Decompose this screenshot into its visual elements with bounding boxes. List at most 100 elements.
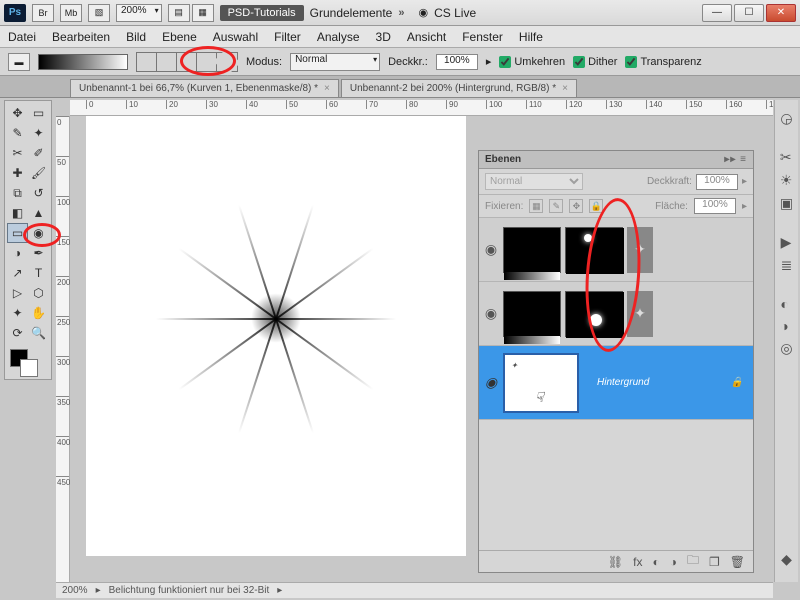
gradient-linear-button[interactable] xyxy=(137,53,157,71)
modus-select[interactable]: Normal xyxy=(290,53,380,71)
wand-tool[interactable]: ✦ xyxy=(28,123,49,143)
3d-tool[interactable]: ✦ xyxy=(7,303,28,323)
transparenz-checkbox[interactable]: Transparenz xyxy=(625,56,701,68)
ruler-horizontal[interactable]: 0102030405060708090100110120130140150160… xyxy=(70,100,773,116)
status-zoom[interactable]: 200% xyxy=(62,585,88,596)
bridge-button[interactable]: Br xyxy=(32,4,54,22)
arrange-button[interactable]: ▤ xyxy=(168,4,190,22)
extras-button[interactable]: ▦ xyxy=(192,4,214,22)
lock-trans-icon[interactable]: ▦ xyxy=(529,199,543,213)
move-tool[interactable]: ✥ xyxy=(7,103,28,123)
ruler-vertical[interactable]: 050100150200250300350400450 xyxy=(56,116,70,582)
gradient-preview[interactable] xyxy=(38,54,128,70)
stamp-tool[interactable]: ⧉ xyxy=(7,183,28,203)
document-tab-2[interactable]: Unbenannt-2 bei 200% (Hintergrund, RGB/8… xyxy=(341,79,577,97)
layer-mask-button[interactable]: ◐ xyxy=(652,555,659,569)
layers-panel-icon[interactable]: ◆ xyxy=(781,551,792,568)
flaeche-input[interactable]: 100% xyxy=(694,198,736,214)
type-tool[interactable]: T xyxy=(28,263,49,283)
window-maximize-button[interactable]: ☐ xyxy=(734,4,764,22)
eraser-tool[interactable]: ◧ xyxy=(7,203,28,223)
layer-fx-indicator[interactable]: ✦ xyxy=(627,291,653,337)
minibridge-button[interactable]: Mb xyxy=(60,4,82,22)
path-tool[interactable]: ↗ xyxy=(7,263,28,283)
adjustment-thumb[interactable] xyxy=(503,291,561,337)
layer-fx-button[interactable]: fx xyxy=(633,555,642,569)
menu-ebene[interactable]: Ebene xyxy=(162,30,197,44)
layer-fx-indicator[interactable]: ✦ xyxy=(627,227,653,273)
gradient-angle-button[interactable] xyxy=(177,53,197,71)
gradient-diamond-button[interactable] xyxy=(217,53,237,71)
workspace-more-icon[interactable]: » xyxy=(398,7,404,19)
screen-mode-button[interactable]: ▧ xyxy=(88,4,110,22)
canvas[interactable] xyxy=(86,116,466,556)
panel-menu-icon[interactable]: ▸▸ ≡ xyxy=(724,154,747,165)
marquee-tool[interactable]: ▭ xyxy=(28,103,49,123)
paintbucket-tool[interactable]: ▲ xyxy=(28,203,49,223)
select-tool[interactable]: ▷ xyxy=(7,283,28,303)
crop-tool[interactable]: ✂ xyxy=(7,143,28,163)
zoom-tool[interactable]: 🔍 xyxy=(28,323,49,343)
eyedropper-tool[interactable]: ✐ xyxy=(28,143,49,163)
rotate-tool[interactable]: ⟳ xyxy=(7,323,28,343)
cs-live-button[interactable]: CS Live xyxy=(434,6,476,20)
gradient-tool[interactable]: ▭ xyxy=(7,223,28,243)
brush-tool[interactable]: 🖌 xyxy=(28,163,49,183)
menu-bearbeiten[interactable]: Bearbeiten xyxy=(52,30,110,44)
layer-mask-thumb[interactable] xyxy=(565,291,623,337)
history-panel-icon[interactable]: ≣ xyxy=(781,257,793,274)
layer-name[interactable]: Hintergrund xyxy=(597,377,649,388)
menu-analyse[interactable]: Analyse xyxy=(317,30,360,44)
visibility-toggle[interactable]: ◉ xyxy=(483,374,499,391)
close-tab-icon[interactable]: × xyxy=(562,83,568,94)
background-swatch[interactable] xyxy=(20,359,38,377)
layer-row[interactable]: ◉ ✦ xyxy=(479,282,753,346)
hand-tool[interactable]: ✋ xyxy=(28,303,49,323)
tool-preset-button[interactable]: ▬ xyxy=(8,53,30,71)
nav-panel-icon[interactable]: ◎ xyxy=(780,340,792,357)
layer-mask-thumb[interactable] xyxy=(565,227,623,273)
visibility-toggle[interactable]: ◉ xyxy=(483,241,499,258)
heal-tool[interactable]: ✚ xyxy=(7,163,28,183)
close-tab-icon[interactable]: × xyxy=(324,83,330,94)
deckkr-input[interactable]: 100% xyxy=(436,54,478,70)
history-brush-tool[interactable]: ↺ xyxy=(28,183,49,203)
menu-3d[interactable]: 3D xyxy=(376,30,391,44)
layer-group-button[interactable]: 🗀 xyxy=(687,551,699,572)
menu-bild[interactable]: Bild xyxy=(126,30,146,44)
link-layers-button[interactable]: ⛓ xyxy=(608,555,623,569)
deckkraft-input[interactable]: 100% xyxy=(696,174,738,190)
adjustments-panel-icon[interactable]: ✂ xyxy=(780,149,793,166)
dither-checkbox[interactable]: Dither xyxy=(573,56,617,68)
background-layer-row[interactable]: ◉ ✦ ☟ Hintergrund 🔒 xyxy=(479,346,753,420)
lock-pixel-icon[interactable]: ✎ xyxy=(549,199,563,213)
char-panel-icon[interactable]: ◐ xyxy=(780,296,792,312)
blend-mode-select[interactable]: Normal xyxy=(485,173,583,190)
delete-layer-button[interactable]: 🗑 xyxy=(730,555,745,569)
layer-thumb[interactable]: ✦ ☟ xyxy=(503,353,579,413)
lock-all-icon[interactable]: 🔒 xyxy=(589,199,603,213)
dodge-tool[interactable]: ◑ xyxy=(7,243,28,263)
styles-panel-icon[interactable]: ☀ xyxy=(780,172,793,189)
menu-hilfe[interactable]: Hilfe xyxy=(519,30,543,44)
window-minimize-button[interactable]: — xyxy=(702,4,732,22)
document-tab-1[interactable]: Unbenannt-1 bei 66,7% (Kurven 1, Ebenenm… xyxy=(70,79,339,97)
new-layer-button[interactable]: ❐ xyxy=(709,555,720,569)
gradient-radial-button[interactable] xyxy=(157,53,177,71)
window-close-button[interactable]: ✕ xyxy=(766,4,796,22)
umkehren-checkbox[interactable]: Umkehren xyxy=(499,56,565,68)
masks-panel-icon[interactable]: ▣ xyxy=(780,195,793,212)
workspace-grundelemente[interactable]: Grundelemente xyxy=(310,6,393,20)
para-panel-icon[interactable]: ◑ xyxy=(780,318,792,334)
adjustment-layer-button[interactable]: ◑ xyxy=(670,555,677,569)
layers-panel-tab[interactable]: Ebenen ▸▸ ≡ xyxy=(479,151,753,169)
color-panel-icon[interactable]: ◶ xyxy=(780,110,792,127)
lock-pos-icon[interactable]: ✥ xyxy=(569,199,583,213)
menu-datei[interactable]: Datei xyxy=(8,30,36,44)
blur-tool[interactable]: ◉ xyxy=(28,223,49,243)
zoom-select[interactable]: 200% xyxy=(116,4,162,22)
visibility-toggle[interactable]: ◉ xyxy=(483,305,499,322)
menu-auswahl[interactable]: Auswahl xyxy=(213,30,258,44)
shape-tool[interactable]: ⬡ xyxy=(28,283,49,303)
adjustment-thumb[interactable] xyxy=(503,227,561,273)
